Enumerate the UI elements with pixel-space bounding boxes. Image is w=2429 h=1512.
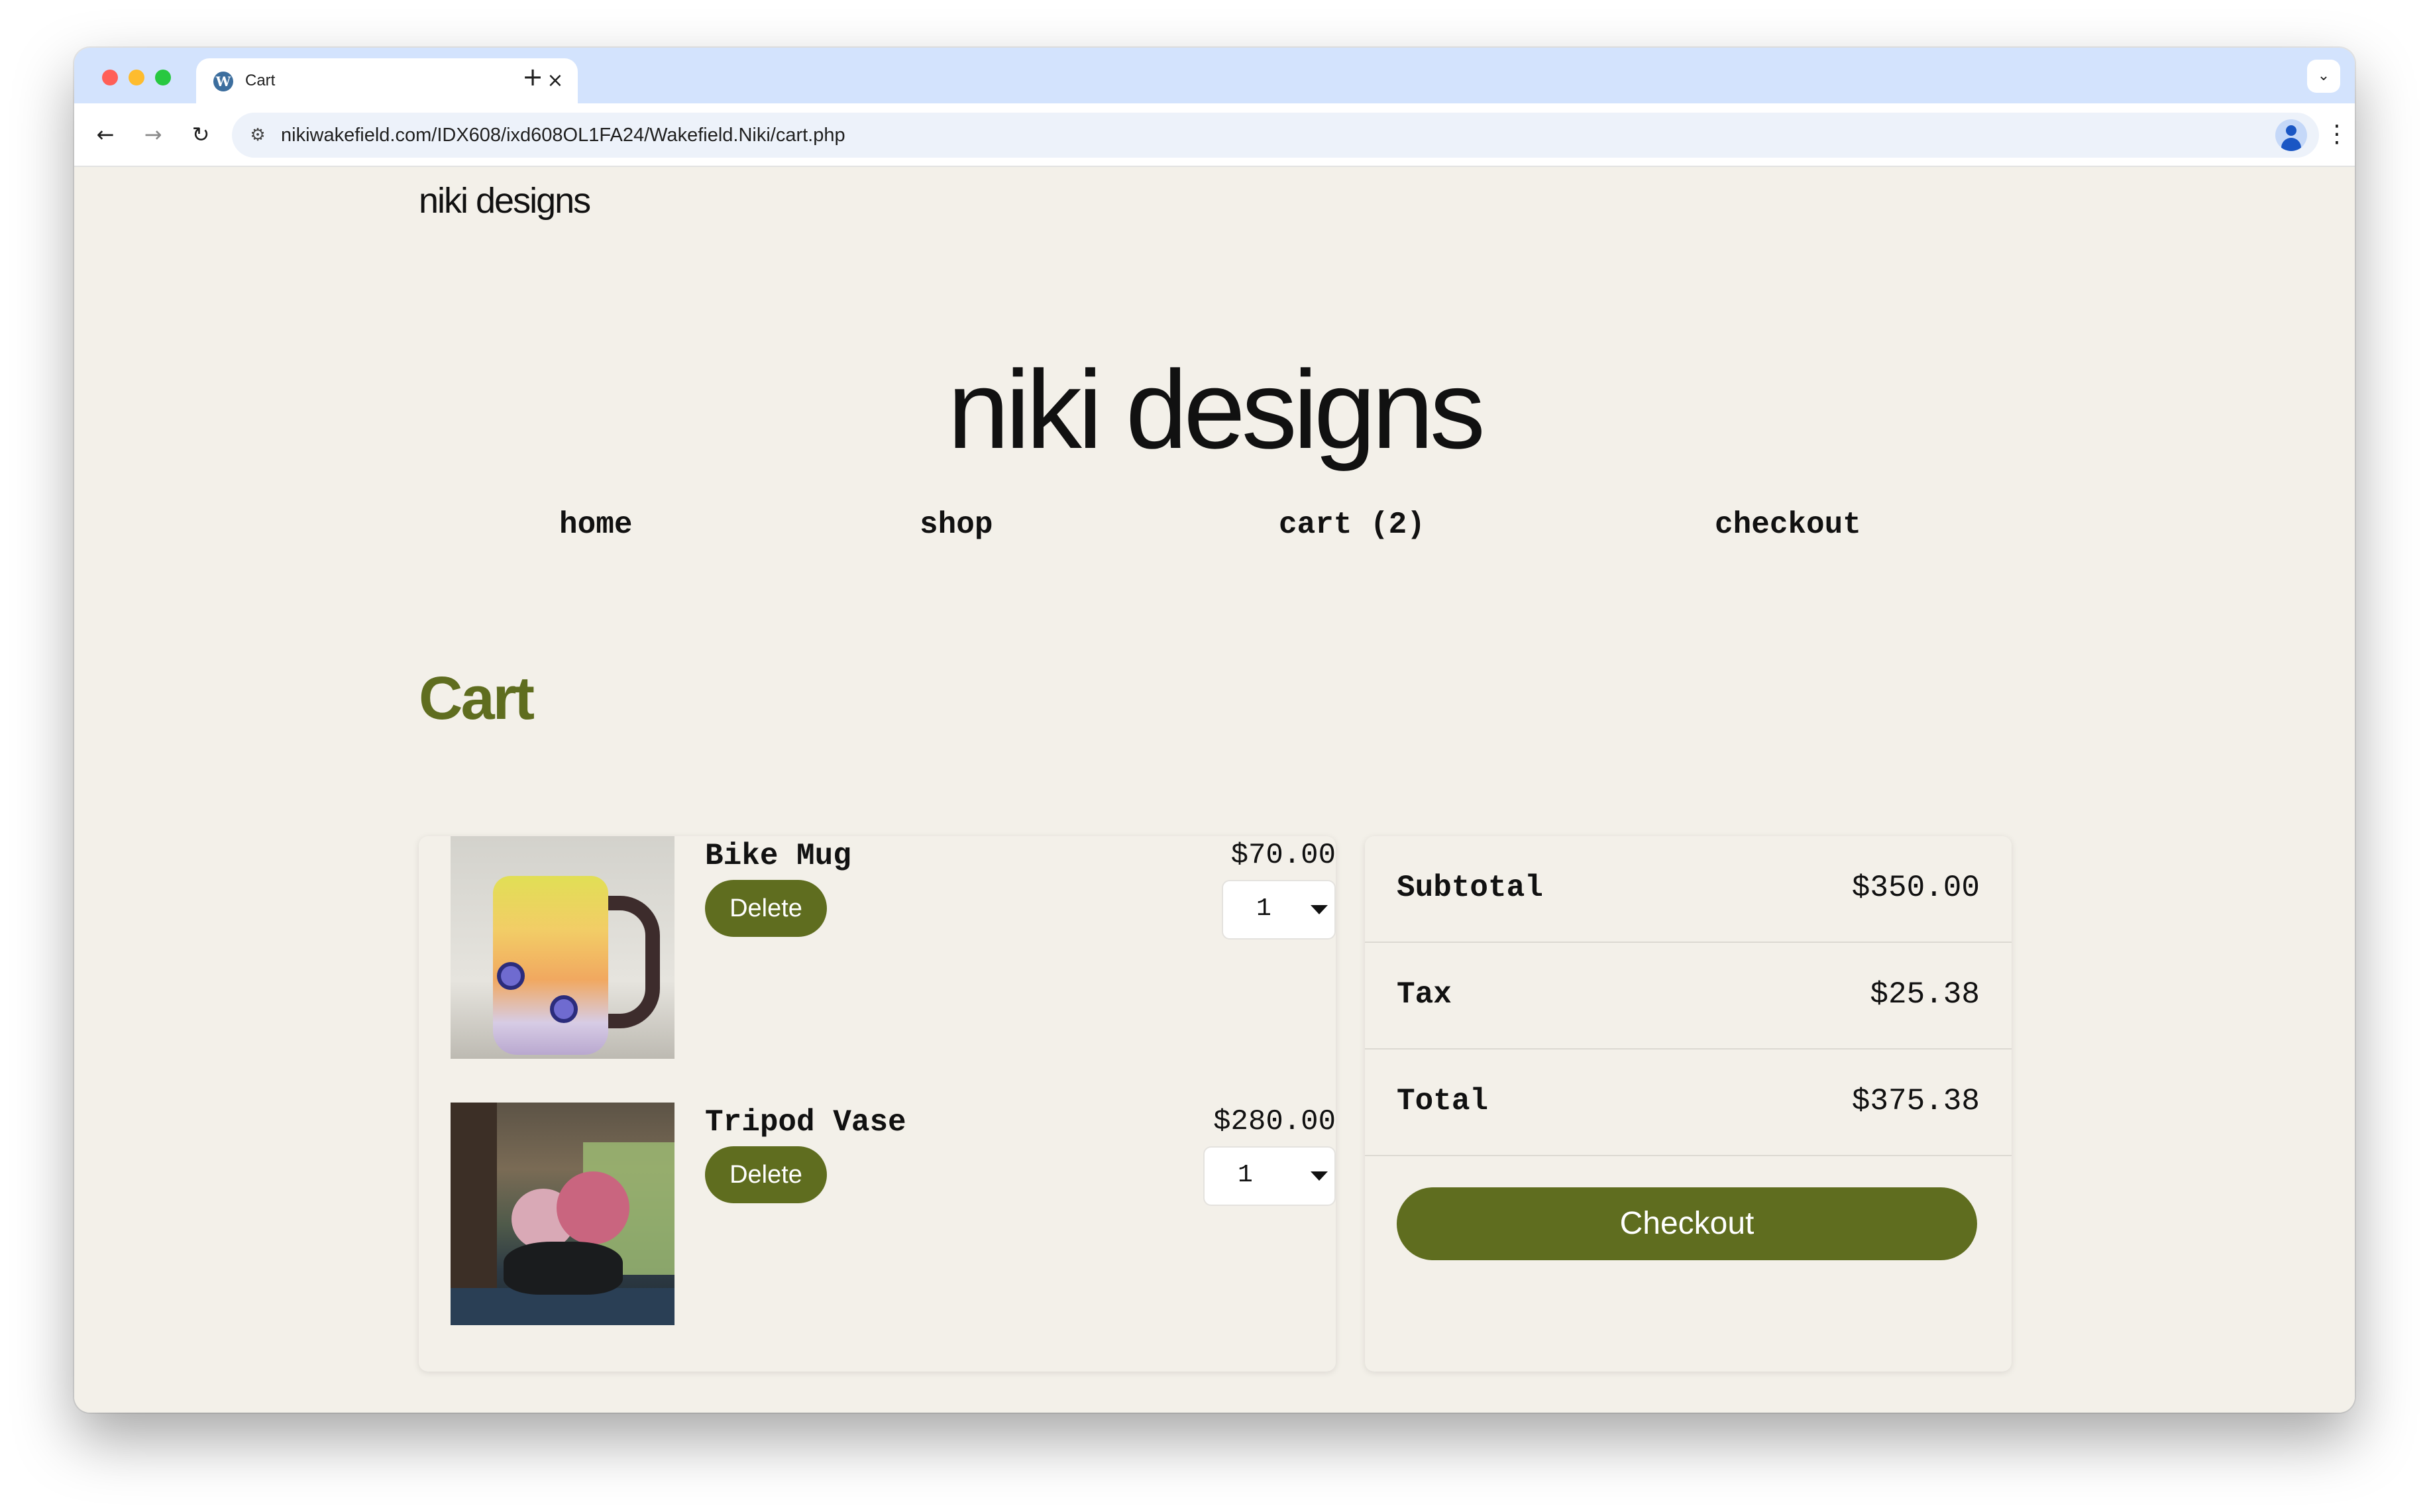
nav-link-cart[interactable]: cart (2) (1279, 508, 1425, 542)
total-label: Total (1397, 1084, 1489, 1118)
page-title: Cart (419, 665, 535, 732)
chevron-down-icon (1311, 1171, 1328, 1181)
wordpress-icon: W (213, 72, 233, 91)
bike-wheel-shape (550, 995, 578, 1023)
peony-flower-shape (557, 1171, 629, 1244)
item-name: Tripod Vase (705, 1105, 906, 1140)
bike-mug-photo (451, 836, 675, 1059)
reload-icon[interactable]: ↻ (183, 117, 219, 152)
browser-window: W Cart × + ⌄ ← → ↻ ⚙ nikiwakefield.com/I… (74, 48, 2355, 1413)
new-tab-button[interactable]: + (517, 61, 549, 93)
nav-link-home[interactable]: home (559, 508, 632, 542)
cart-item: Tripod Vase Delete $280.00 1 (451, 1103, 1336, 1325)
web-page: niki designs niki designs home shop cart… (74, 167, 2355, 1413)
checkout-button[interactable]: Checkout (1397, 1187, 1977, 1260)
quantity-value: 1 (1256, 894, 1271, 923)
summary-row-subtotal: Subtotal $350.00 (1365, 836, 2012, 943)
tax-label: Tax (1397, 977, 1452, 1012)
maximize-window-button[interactable] (155, 70, 171, 85)
tab-title: Cart (245, 72, 276, 89)
tab-list-chevron-icon[interactable]: ⌄ (2307, 60, 2340, 93)
quantity-value: 1 (1238, 1161, 1253, 1189)
tax-value: $25.38 (1870, 977, 1980, 1012)
nav-link-checkout[interactable]: checkout (1715, 508, 1861, 542)
bike-wheel-shape (497, 962, 525, 990)
tripod-vase-photo (451, 1103, 675, 1325)
site-logo-large: niki designs (947, 347, 1485, 472)
delete-button[interactable]: Delete (705, 1146, 827, 1203)
site-logo-small[interactable]: niki designs (419, 180, 591, 221)
cart-item: Bike Mug Delete $70.00 1 (451, 836, 1336, 1059)
subtotal-value: $350.00 (1851, 871, 1980, 905)
browser-toolbar: ← → ↻ ⚙ nikiwakefield.com/IDX608/ixd608O… (74, 103, 2355, 167)
subtotal-label: Subtotal (1397, 871, 1543, 905)
close-window-button[interactable] (102, 70, 118, 85)
minimize-window-button[interactable] (129, 70, 144, 85)
item-name: Bike Mug (705, 839, 851, 873)
kebab-menu-icon[interactable]: ⋮ (2319, 117, 2355, 152)
order-summary-panel: Subtotal $350.00 Tax $25.38 Total $375.3… (1365, 836, 2012, 1372)
url-text[interactable]: nikiwakefield.com/IDX608/ixd608OL1FA24/W… (281, 125, 845, 146)
quantity-select[interactable]: 1 (1222, 880, 1336, 940)
item-price: $280.00 (1213, 1105, 1336, 1138)
main-navigation: home shop cart (2) checkout (74, 508, 2355, 547)
forward-arrow-icon[interactable]: → (135, 117, 171, 152)
summary-row-total: Total $375.38 (1365, 1050, 2012, 1156)
quantity-select[interactable]: 1 (1203, 1146, 1336, 1206)
cart-items-panel: Bike Mug Delete $70.00 1 Tripod Vase Del… (419, 836, 1336, 1372)
tab-strip: W Cart × + ⌄ (74, 48, 2355, 103)
site-settings-icon[interactable]: ⚙ (246, 124, 269, 146)
profile-head-shape (2286, 125, 2296, 136)
summary-row-tax: Tax $25.38 (1365, 943, 2012, 1050)
total-value: $375.38 (1851, 1084, 1980, 1118)
back-arrow-icon[interactable]: ← (87, 117, 123, 152)
nav-link-shop[interactable]: shop (920, 508, 993, 542)
item-price: $70.00 (1230, 839, 1336, 872)
profile-body-shape (2281, 138, 2301, 151)
vase-shape (504, 1242, 623, 1295)
delete-button[interactable]: Delete (705, 880, 827, 937)
chevron-down-icon (1311, 905, 1328, 914)
profile-icon[interactable] (2275, 119, 2307, 151)
address-bar[interactable]: ⚙ nikiwakefield.com/IDX608/ixd608OL1FA24… (232, 113, 2319, 158)
